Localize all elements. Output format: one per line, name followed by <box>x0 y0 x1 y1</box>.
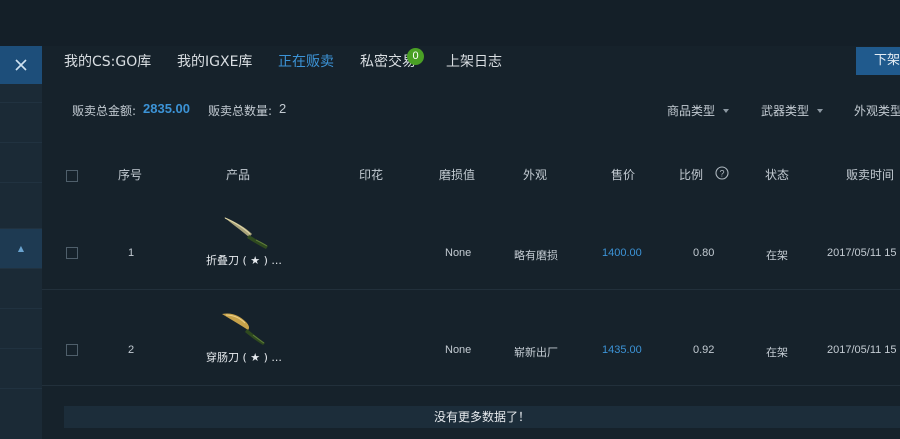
select-all-checkbox[interactable] <box>66 170 78 182</box>
row-ratio: 0.92 <box>693 344 715 356</box>
caret-down-icon <box>817 108 824 113</box>
row-wear: None <box>445 247 472 259</box>
tab-selling[interactable]: 正在贩卖 <box>278 51 334 71</box>
sidebar: ▲ <box>0 46 43 439</box>
row-index: 1 <box>128 247 135 259</box>
filter-product-type-label: 商品类型 <box>667 104 716 118</box>
row-price: 1400.00 <box>602 247 642 259</box>
row-wear: None <box>445 344 472 356</box>
main-panel: 我的CS:GO库 我的IGXE库 正在贩卖 私密交易 0 上架日志 下架 贩卖总… <box>42 46 900 439</box>
offshelf-button[interactable]: 下架 <box>856 47 900 75</box>
col-wear: 磨损值 <box>439 168 476 182</box>
total-amount-label: 贩卖总金额: <box>72 104 137 118</box>
filter-weapon-type-label: 武器类型 <box>761 104 810 118</box>
caret-down-icon <box>723 108 730 113</box>
private-trade-badge: 0 <box>407 48 424 65</box>
col-sell-time: 贩卖时间 <box>846 168 895 182</box>
col-status: 状态 <box>765 168 790 182</box>
row-ratio: 0.80 <box>693 247 715 259</box>
filter-weapon-type[interactable]: 武器类型 <box>761 102 824 119</box>
col-ratio: 比例 <box>679 168 704 182</box>
row-price: 1435.00 <box>602 344 642 356</box>
row-status: 在架 <box>766 249 788 262</box>
row-status: 在架 <box>766 346 788 359</box>
tab-bar: 我的CS:GO库 我的IGXE库 正在贩卖 私密交易 0 上架日志 下架 <box>42 46 900 76</box>
total-amount-value: 2835.00 <box>143 101 190 116</box>
filter-product-type[interactable]: 商品类型 <box>667 102 730 119</box>
tab-igxe-inventory[interactable]: 我的IGXE库 <box>177 51 252 71</box>
filter-exterior-type-label: 外观类型 <box>854 104 900 118</box>
close-sidebar-button[interactable] <box>0 46 42 84</box>
row-sell-time: 2017/05/11 15 <box>827 247 897 259</box>
product-name[interactable]: 穿肠刀 ( ★ ) ... <box>206 349 282 365</box>
table-row[interactable]: 1 折叠刀 ( ★ ) ... None 略有磨损 1400.00 0.80 在… <box>42 194 900 290</box>
caret-up-icon: ▲ <box>17 244 25 253</box>
help-circle-icon[interactable]: ? <box>715 166 729 180</box>
total-count-value: 2 <box>279 101 287 116</box>
sidebar-item[interactable] <box>0 182 42 222</box>
sidebar-item[interactable] <box>0 348 42 388</box>
gut-knife-image[interactable] <box>216 308 272 348</box>
row-exterior: 略有磨损 <box>514 249 558 262</box>
sidebar-item[interactable] <box>0 102 42 142</box>
summary-bar: 贩卖总金额: 2835.00 贩卖总数量: 2 商品类型 武器类型 外观类型 <box>42 101 900 122</box>
col-exterior: 外观 <box>523 168 548 182</box>
app-root: ▲ 我的CS:GO库 我的IGXE库 正在贩卖 私密交易 0 上架日志 下架 贩… <box>0 0 900 439</box>
tab-csgo-inventory[interactable]: 我的CS:GO库 <box>64 51 151 71</box>
sidebar-item[interactable] <box>0 388 42 428</box>
total-count-label: 贩卖总数量: <box>208 104 273 118</box>
col-sticker: 印花 <box>359 168 384 182</box>
filter-exterior-type[interactable]: 外观类型 <box>854 102 900 119</box>
sidebar-item-active[interactable]: ▲ <box>0 228 42 268</box>
col-index: 序号 <box>118 168 143 182</box>
sidebar-item[interactable] <box>0 268 42 308</box>
top-band <box>0 0 900 46</box>
sidebar-item[interactable] <box>0 308 42 348</box>
tab-listing-log[interactable]: 上架日志 <box>446 51 502 71</box>
sidebar-item[interactable] <box>0 142 42 182</box>
svg-text:?: ? <box>719 169 724 179</box>
close-icon <box>15 59 27 71</box>
col-product: 产品 <box>226 168 251 182</box>
no-more-data-banner: 没有更多数据了！ <box>64 406 900 428</box>
row-index: 2 <box>128 344 135 356</box>
row-checkbox[interactable] <box>66 344 78 356</box>
table-row[interactable]: 2 穿肠刀 ( ★ ) ... None 崭新出厂 1435.00 0.92 在… <box>42 290 900 386</box>
folding-knife-image[interactable] <box>218 212 274 252</box>
col-price: 售价 <box>611 168 636 182</box>
product-name[interactable]: 折叠刀 ( ★ ) ... <box>206 252 282 268</box>
row-sell-time: 2017/05/11 15 <box>827 344 897 356</box>
row-exterior: 崭新出厂 <box>514 346 558 359</box>
table-header: 序号 产品 印花 磨损值 外观 售价 比例 ? 状态 贩卖时间 <box>42 158 900 188</box>
row-checkbox[interactable] <box>66 247 78 259</box>
